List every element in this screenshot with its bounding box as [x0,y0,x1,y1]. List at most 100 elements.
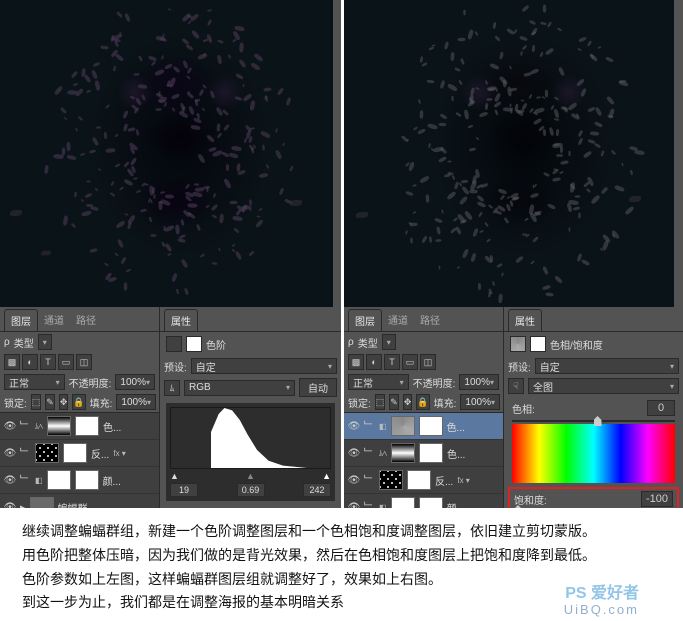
tab-paths-r[interactable]: 路径 [414,309,446,331]
opacity-field[interactable]: 100% [115,374,155,390]
filter-shape-icon[interactable]: ▭ [58,354,74,370]
layer-row[interactable]: 👁﹂◧色... [344,413,503,440]
levels-title: 色阶 [206,337,226,352]
filter-pixel-icon[interactable]: ▩ [4,354,20,370]
fill-label: 填充: [90,395,113,410]
filter-smart-icon[interactable]: ◫ [76,354,92,370]
mask-thumb-icon-r [530,336,546,352]
tab-channels-r[interactable]: 通道 [382,309,414,331]
caption-line-1: 继续调整蝙蝠群组，新建一个色阶调整图层和一个色相饱和度调整图层，依旧建立剪切蒙版… [22,520,661,544]
lock-pixels-icon[interactable]: ✎ [45,394,55,410]
layer-name: 色... [447,419,465,434]
filter-adjust-icon-r[interactable]: ◐ [366,354,382,370]
auto-button[interactable]: 自动 [299,378,337,397]
caption-block: 继续调整蝙蝠群组，新建一个色阶调整图层和一个色相饱和度调整图层，依旧建立剪切蒙版… [0,508,683,619]
visibility-eye-icon[interactable]: 👁 [348,420,360,432]
preset-dropdown-hsl[interactable]: 自定 [535,358,679,374]
caption-line-2: 用色阶把整体压暗，因为我们做的是背光效果，然后在色相饱和度图层上把饱和度降到最低… [22,544,661,568]
tab-paths[interactable]: 路径 [70,309,102,331]
sat-input[interactable]: -100 [641,491,673,507]
preview-image-right [344,0,674,307]
layer-row[interactable]: 👁﹂ﾑﾍ色... [0,413,159,440]
hue-label: 色相: [512,401,535,416]
layer-mask-thumb [407,470,431,490]
filter-pixel-icon-r[interactable]: ▩ [348,354,364,370]
handle-mid-icon[interactable]: ▲ [246,471,255,481]
scrub-icon[interactable]: ☟ [508,378,524,394]
filter-kind-dropdown[interactable] [38,334,52,350]
properties-panel-levels: 属性 色阶 预设: 自定 ﾑ RGB 自动 [160,307,341,542]
visibility-eye-icon[interactable]: 👁 [4,447,16,459]
mid-input[interactable]: 0.69 [237,483,265,497]
opacity-label-r: 不透明度: [413,375,456,390]
lock-label-r: 锁定: [348,395,371,410]
layer-name: 反... [91,446,109,461]
preset-dropdown[interactable]: 自定 [191,358,337,374]
handle-high-icon[interactable]: ▲ [322,471,331,481]
tab-properties[interactable]: 属性 [164,309,198,331]
sample-icon[interactable]: ﾑ [164,380,180,396]
layer-mask-thumb [419,416,443,436]
filter-type-icon-r[interactable]: T [384,354,400,370]
clip-marker: ﹂ [20,445,31,461]
visibility-eye-icon[interactable]: 👁 [348,474,360,486]
layer-row[interactable]: 👁﹂◧颜... [0,467,159,494]
tab-layers-r[interactable]: 图层 [348,309,382,331]
filter-adjust-icon[interactable]: ◐ [22,354,38,370]
lock-pixels-icon-r[interactable]: ✎ [389,394,399,410]
lock-all-icon-r[interactable]: 🔒 [416,394,429,410]
layer-row[interactable]: 👁﹂ﾑﾍ色... [344,440,503,467]
layers-list[interactable]: 👁﹂ﾑﾍ色...👁﹂反...fx ▾👁﹂◧颜...👁▸蝙蝠群 [0,412,159,522]
layer-fx-badge[interactable]: fx ▾ [113,449,125,458]
tab-channels[interactable]: 通道 [38,309,70,331]
high-input[interactable]: 242 [303,483,331,497]
layer-name: 色... [447,446,465,461]
filter-shape-icon-r[interactable]: ▭ [402,354,418,370]
channel-dropdown[interactable]: RGB [184,380,295,396]
layer-thumb [379,470,403,490]
filter-smart-icon-r[interactable]: ◫ [420,354,436,370]
adjust-glyph-icon: ﾑﾍ [379,448,387,459]
hsl-icon [510,336,526,352]
layer-row[interactable]: 👁 ﹂ 反... fx ▾ [0,440,159,467]
clip-marker: ﹂ [364,418,375,434]
lock-pos-icon[interactable]: ✥ [59,394,69,410]
clip-marker: ﹂ [20,418,31,434]
handle-shadow-icon[interactable]: ▲ [170,471,179,481]
lock-trans-icon[interactable]: ⬚ [31,394,42,410]
shadow-input[interactable]: 19 [170,483,198,497]
hue-slider[interactable] [512,420,675,422]
preview-image-left [0,0,333,307]
lock-all-icon[interactable]: 🔒 [72,394,85,410]
layer-thumb [47,416,71,436]
layer-mask-thumb [75,470,99,490]
lock-pos-icon-r[interactable]: ✥ [403,394,413,410]
tab-layers[interactable]: 图层 [4,309,38,331]
hue-input[interactable]: 0 [647,400,675,416]
visibility-eye-icon[interactable]: 👁 [4,420,16,432]
levels-histogram[interactable]: ▲ ▲ ▲ 19 0.69 242 [166,403,335,501]
blend-mode-dropdown-r[interactable]: 正常 [348,374,409,390]
range-dropdown[interactable]: 全图 [528,378,679,394]
kind-label: ρ [4,337,10,348]
layer-thumb [391,443,415,463]
visibility-eye-icon[interactable]: 👁 [348,447,360,459]
adjust-glyph-icon: ◧ [35,476,43,485]
filter-pills: ▩ ◐ T ▭ ◫ [0,352,159,372]
fill-field-r[interactable]: 100% [460,394,500,410]
lock-trans-icon-r[interactable]: ⬚ [375,394,386,410]
filter-kind-dropdown-r[interactable] [382,334,396,350]
layer-name: 颜... [103,473,121,488]
opacity-field-r[interactable]: 100% [459,374,499,390]
layer-fx-badge[interactable]: fx ▾ [457,476,469,485]
layer-row[interactable]: 👁﹂反...fx ▾ [344,467,503,494]
visibility-eye-icon[interactable]: 👁 [4,474,16,486]
blend-mode-dropdown[interactable]: 正常 [4,374,65,390]
tab-properties-r[interactable]: 属性 [508,309,542,331]
preset-label-r: 预设: [508,359,531,374]
filter-type-icon[interactable]: T [40,354,56,370]
layer-mask-thumb [75,416,99,436]
hsl-title: 色相/饱和度 [550,337,603,352]
fill-field[interactable]: 100% [116,394,156,410]
mask-thumb-icon [186,336,202,352]
